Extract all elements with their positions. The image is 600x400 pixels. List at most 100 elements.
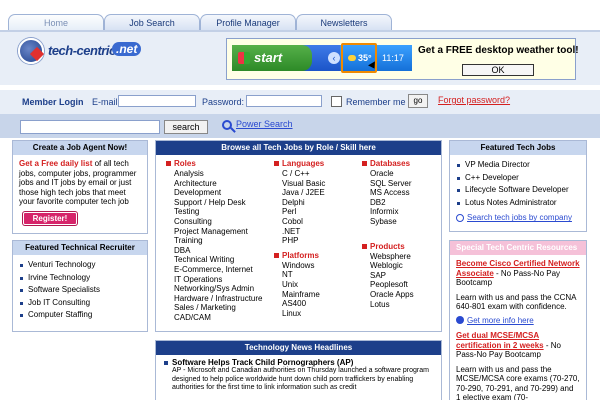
language-item[interactable]: Perl <box>282 207 354 217</box>
databases-heading[interactable]: Databases <box>362 159 440 169</box>
role-item[interactable]: CAD/CAM <box>174 313 271 323</box>
browse-jobs-panel: Browse all Tech Jobs by Role / Skill her… <box>155 140 442 332</box>
products-list: Websphere Weblogic SAP Peoplesoft Oracle… <box>362 252 440 310</box>
news-body: AP - Microsoft and Canadian authorities … <box>172 367 429 391</box>
products-heading[interactable]: Products <box>362 242 440 252</box>
platform-item[interactable]: Unix <box>282 280 354 290</box>
news-panel: Technology News Headlines Software Helps… <box>155 340 442 400</box>
ccna-body: Learn with us and pass the CCNA 640-801 … <box>456 292 577 312</box>
more-info-link[interactable]: Get more info here <box>467 316 534 325</box>
platform-item[interactable]: AS400 <box>282 299 354 309</box>
platform-item[interactable]: Mainframe <box>282 290 354 300</box>
go-button[interactable]: go <box>408 94 428 108</box>
role-item[interactable]: Consulting <box>174 217 271 227</box>
register-button[interactable]: Register! <box>23 212 77 225</box>
language-item[interactable]: C / C++ <box>282 169 354 179</box>
product-item[interactable]: Websphere <box>370 252 440 262</box>
featured-jobs-panel: Featured Tech Jobs VP Media Director C++… <box>449 140 587 232</box>
forgot-password-link[interactable]: Forgot password? <box>438 95 510 105</box>
featured-job-item[interactable]: VP Media Director <box>456 159 580 172</box>
language-item[interactable]: Delphi <box>282 198 354 208</box>
database-item[interactable]: MS Access <box>370 188 440 198</box>
product-item[interactable]: Weblogic <box>370 261 440 271</box>
role-item[interactable]: Architecture <box>174 179 271 189</box>
job-agent-title: Create a Job Agent Now! <box>13 141 147 155</box>
search-by-company-link[interactable]: Search tech jobs by company <box>467 213 572 222</box>
role-item[interactable]: Technical Writing <box>174 255 271 265</box>
databases-list: Oracle SQL Server MS Access DB2 Informix… <box>362 169 440 227</box>
database-item[interactable]: Sybase <box>370 217 440 227</box>
platforms-heading[interactable]: Platforms <box>274 251 354 261</box>
platform-item[interactable]: NT <box>282 270 354 280</box>
language-item[interactable]: Java / J2EE <box>282 188 354 198</box>
recruiter-item[interactable]: Irvine Technology <box>19 272 141 285</box>
database-item[interactable]: SQL Server <box>370 179 440 189</box>
roles-list: Analysis Architecture Development Suppor… <box>166 169 271 323</box>
recruiter-item[interactable]: Job IT Consulting <box>19 297 141 310</box>
resource-item-ccna: Become Cisco Certified Network Associate… <box>450 255 586 329</box>
product-item[interactable]: Peoplesoft <box>370 280 440 290</box>
product-item[interactable]: Oracle Apps <box>370 290 440 300</box>
power-search-link[interactable]: Power Search <box>236 119 293 129</box>
language-item[interactable]: .NET <box>282 227 354 237</box>
featured-job-item[interactable]: Lotus Notes Administrator <box>456 197 580 210</box>
role-item[interactable]: E-Commerce, Internet <box>174 265 271 275</box>
password-label: Password: <box>202 97 245 107</box>
email-field[interactable] <box>118 95 196 107</box>
database-item[interactable]: DB2 <box>370 198 440 208</box>
database-item[interactable]: Informix <box>370 207 440 217</box>
role-item[interactable]: Networking/Sys Admin <box>174 284 271 294</box>
tab-job-search[interactable]: Job Search <box>104 14 200 30</box>
featured-job-item[interactable]: C++ Developer <box>456 172 580 185</box>
tab-home[interactable]: Home <box>8 14 104 30</box>
role-item[interactable]: Hardware / Infrastructure <box>174 294 271 304</box>
database-item[interactable]: Oracle <box>370 169 440 179</box>
chevron-left-icon: ‹ <box>328 52 340 64</box>
resources-title: Special Tech Centric Resources <box>450 241 586 255</box>
tab-profile-manager[interactable]: Profile Manager <box>200 14 296 30</box>
mcse-body: Learn with us and pass the MCSE/MCSA cor… <box>456 364 580 400</box>
password-field[interactable] <box>246 95 322 107</box>
search-icon <box>456 214 464 223</box>
logo-text[interactable]: tech-centric <box>48 43 116 58</box>
promo-headline: Get a FREE desktop weather tool! <box>418 45 579 56</box>
remember-me-checkbox[interactable] <box>331 96 342 107</box>
role-item[interactable]: Sales / Marketing <box>174 303 271 313</box>
tab-newsletters[interactable]: Newsletters <box>296 14 392 30</box>
featured-job-item[interactable]: Lifecycle Software Developer <box>456 184 580 197</box>
tray-clock: 11:17 <box>382 53 404 63</box>
role-item[interactable]: Training <box>174 236 271 246</box>
role-item[interactable]: Analysis <box>174 169 271 179</box>
start-button-image: start <box>232 45 312 71</box>
news-item: Software Helps Track Child Pornographers… <box>156 355 441 396</box>
logo-tld: .net <box>112 42 142 56</box>
roles-heading[interactable]: Roles <box>166 159 271 169</box>
promo-ok-button[interactable]: OK <box>462 64 534 76</box>
role-item[interactable]: IT Operations <box>174 275 271 285</box>
role-item[interactable]: Project Management <box>174 227 271 237</box>
news-headline-link[interactable]: Software Helps Track Child Pornographers… <box>164 358 433 367</box>
news-title: Technology News Headlines <box>156 341 441 355</box>
search-button[interactable]: search <box>164 120 208 134</box>
recruiter-item[interactable]: Venturi Technology <box>19 259 141 272</box>
language-item[interactable]: Cobol <box>282 217 354 227</box>
recruiter-item[interactable]: Computer Staffing <box>19 309 141 322</box>
role-item[interactable]: Testing <box>174 207 271 217</box>
platform-item[interactable]: Windows <box>282 261 354 271</box>
role-item[interactable]: Development <box>174 188 271 198</box>
mcse-link[interactable]: Get dual MCSE/MCSA certification in 2 we… <box>456 331 544 350</box>
remember-me-label: Remember me <box>346 97 406 107</box>
product-item[interactable]: Lotus <box>370 300 440 310</box>
member-login-label: Member Login <box>22 97 84 107</box>
language-item[interactable]: PHP <box>282 236 354 246</box>
recruiter-item[interactable]: Software Specialists <box>19 284 141 297</box>
search-input[interactable] <box>20 120 160 134</box>
role-item[interactable]: DBA <box>174 246 271 256</box>
languages-heading[interactable]: Languages <box>274 159 354 169</box>
search-by-company-row: Search tech jobs by company <box>450 213 586 222</box>
platform-item[interactable]: Linux <box>282 309 354 319</box>
product-item[interactable]: SAP <box>370 271 440 281</box>
role-item[interactable]: Support / Help Desk <box>174 198 271 208</box>
language-item[interactable]: Visual Basic <box>282 179 354 189</box>
logo-icon[interactable] <box>18 38 44 64</box>
